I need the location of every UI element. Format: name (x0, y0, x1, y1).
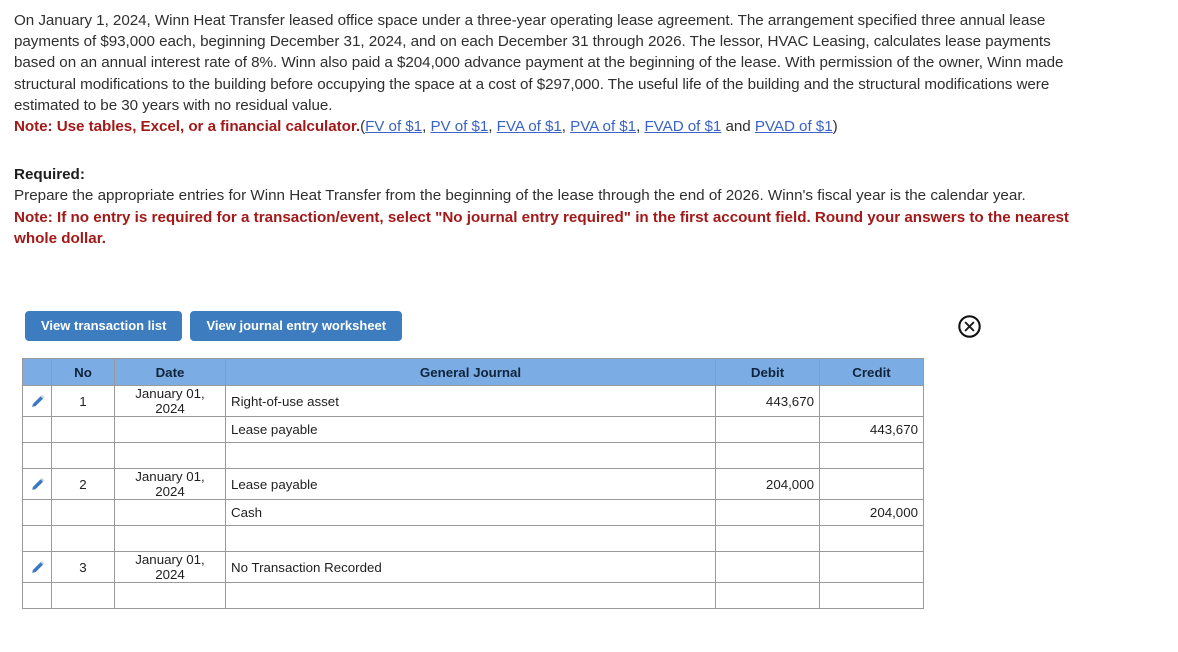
cell-no[interactable]: 1 (51, 385, 115, 417)
cell-general-journal[interactable] (225, 525, 716, 552)
cell-date[interactable] (114, 499, 226, 526)
edit-entry-cell[interactable] (22, 468, 52, 500)
cell-date[interactable] (114, 582, 226, 609)
table-row: Lease payable 443,670 (22, 416, 924, 443)
column-header-debit: Debit (715, 358, 820, 386)
reference-link-pvad-of-1[interactable]: PVAD of $1 (755, 118, 833, 135)
cell-general-journal[interactable]: Cash (225, 499, 716, 526)
cell-debit[interactable] (715, 582, 820, 609)
view-journal-entry-worksheet-button[interactable]: View journal entry worksheet (190, 311, 403, 341)
table-row (22, 582, 924, 609)
cell-general-journal[interactable]: Right-of-use asset (225, 385, 716, 417)
cell-credit[interactable] (819, 385, 924, 417)
cell-general-journal[interactable]: No Transaction Recorded (225, 551, 716, 583)
column-header-credit: Credit (819, 358, 924, 386)
table-row: 2 January 01, 2024 Lease payable 204,000 (22, 468, 924, 500)
reference-link-pv-of-1[interactable]: PV of $1 (430, 118, 488, 135)
link-separator: , (561, 118, 571, 136)
cell-debit[interactable]: 443,670 (715, 385, 820, 417)
reference-link-fv-of-1[interactable]: FV of $1 (365, 118, 422, 135)
edit-gutter-empty (22, 416, 52, 443)
reference-link-pva-of-1[interactable]: PVA of $1 (570, 118, 636, 135)
close-circle-icon[interactable] (957, 314, 982, 339)
cell-general-journal[interactable] (225, 442, 716, 469)
cell-no[interactable] (51, 525, 115, 552)
edit-entry-cell[interactable] (22, 385, 52, 417)
edit-gutter-empty (22, 582, 52, 609)
cell-credit[interactable] (819, 551, 924, 583)
edit-entry-cell[interactable] (22, 551, 52, 583)
cell-no[interactable] (51, 499, 115, 526)
exercise-page: On January 1, 2024, Winn Heat Transfer l… (0, 0, 1178, 652)
edit-gutter-empty (22, 499, 52, 526)
table-row: 1 January 01, 2024 Right-of-use asset 443,6… (22, 385, 924, 417)
edit-gutter-empty (22, 442, 52, 469)
cell-date[interactable] (114, 525, 226, 552)
journal-table-body: 1 January 01, 2024 Right-of-use asset 443,6… (22, 385, 924, 609)
cell-no[interactable] (51, 582, 115, 609)
cell-debit[interactable] (715, 525, 820, 552)
required-heading: Required: (14, 166, 85, 184)
view-transaction-list-button[interactable]: View transaction list (25, 311, 183, 341)
journal-entry-table-wrap: No Date General Journal Debit Credit 1 Ja… (22, 358, 924, 609)
cell-no[interactable]: 2 (51, 468, 115, 500)
problem-statement: On January 1, 2024, Winn Heat Transfer l… (14, 10, 1078, 137)
cell-general-journal[interactable]: Lease payable (225, 416, 716, 443)
cell-credit[interactable]: 443,670 (819, 416, 924, 443)
link-separator: , (488, 118, 497, 136)
cell-general-journal[interactable] (225, 582, 716, 609)
pencil-edit-icon[interactable] (29, 393, 46, 410)
cell-no[interactable] (51, 416, 115, 443)
column-header-no: No (51, 358, 115, 386)
journal-header-row: No Date General Journal Debit Credit (22, 358, 924, 386)
column-header-general-journal: General Journal (225, 358, 716, 386)
cell-date[interactable] (114, 416, 226, 443)
tables-note-label: Note: Use tables, Excel, or a financial … (14, 118, 361, 136)
cell-no[interactable] (51, 442, 115, 469)
required-body: Prepare the appropriate entries for Winn… (14, 187, 1026, 205)
table-row: 3 January 01, 2024 No Transaction Recorded (22, 551, 924, 583)
paren-close: ) (832, 118, 838, 136)
cell-date[interactable]: January 01, 2024 (114, 385, 226, 417)
required-note: Note: If no entry is required for a tran… (14, 208, 1069, 247)
cell-debit[interactable] (715, 442, 820, 469)
cell-debit[interactable] (715, 499, 820, 526)
problem-paragraph: On January 1, 2024, Winn Heat Transfer l… (14, 12, 1064, 114)
cell-date[interactable]: January 01, 2024 (114, 551, 226, 583)
cell-debit[interactable]: 204,000 (715, 468, 820, 500)
cell-date[interactable]: January 01, 2024 (114, 468, 226, 500)
journal-table-head: No Date General Journal Debit Credit (22, 358, 924, 386)
cell-date[interactable] (114, 442, 226, 469)
cell-credit[interactable] (819, 442, 924, 469)
reference-links: FV of $1, PV of $1, FVA of $1, PVA of $1… (365, 118, 833, 135)
cell-debit[interactable] (715, 416, 820, 443)
edit-gutter-header (22, 358, 52, 386)
table-row (22, 525, 924, 552)
column-header-date: Date (114, 358, 226, 386)
edit-gutter-empty (22, 525, 52, 552)
pencil-edit-icon[interactable] (29, 559, 46, 576)
cell-credit[interactable] (819, 525, 924, 552)
cell-credit[interactable] (819, 582, 924, 609)
cell-general-journal[interactable]: Lease payable (225, 468, 716, 500)
link-separator: and (721, 118, 755, 136)
worksheet-toolbar: View transaction list View journal entry… (25, 311, 403, 341)
tables-note-line: Note: Use tables, Excel, or a financial … (14, 116, 1078, 137)
cell-credit[interactable] (819, 468, 924, 500)
required-block: Required: Prepare the appropriate entrie… (14, 164, 1074, 249)
cell-no[interactable]: 3 (51, 551, 115, 583)
pencil-edit-icon[interactable] (29, 476, 46, 493)
reference-link-fvad-of-1[interactable]: FVAD of $1 (644, 118, 721, 135)
cell-debit[interactable] (715, 551, 820, 583)
journal-entry-table: No Date General Journal Debit Credit 1 Ja… (22, 358, 924, 609)
cell-credit[interactable]: 204,000 (819, 499, 924, 526)
table-row: Cash 204,000 (22, 499, 924, 526)
table-row (22, 442, 924, 469)
reference-link-fva-of-1[interactable]: FVA of $1 (497, 118, 562, 135)
